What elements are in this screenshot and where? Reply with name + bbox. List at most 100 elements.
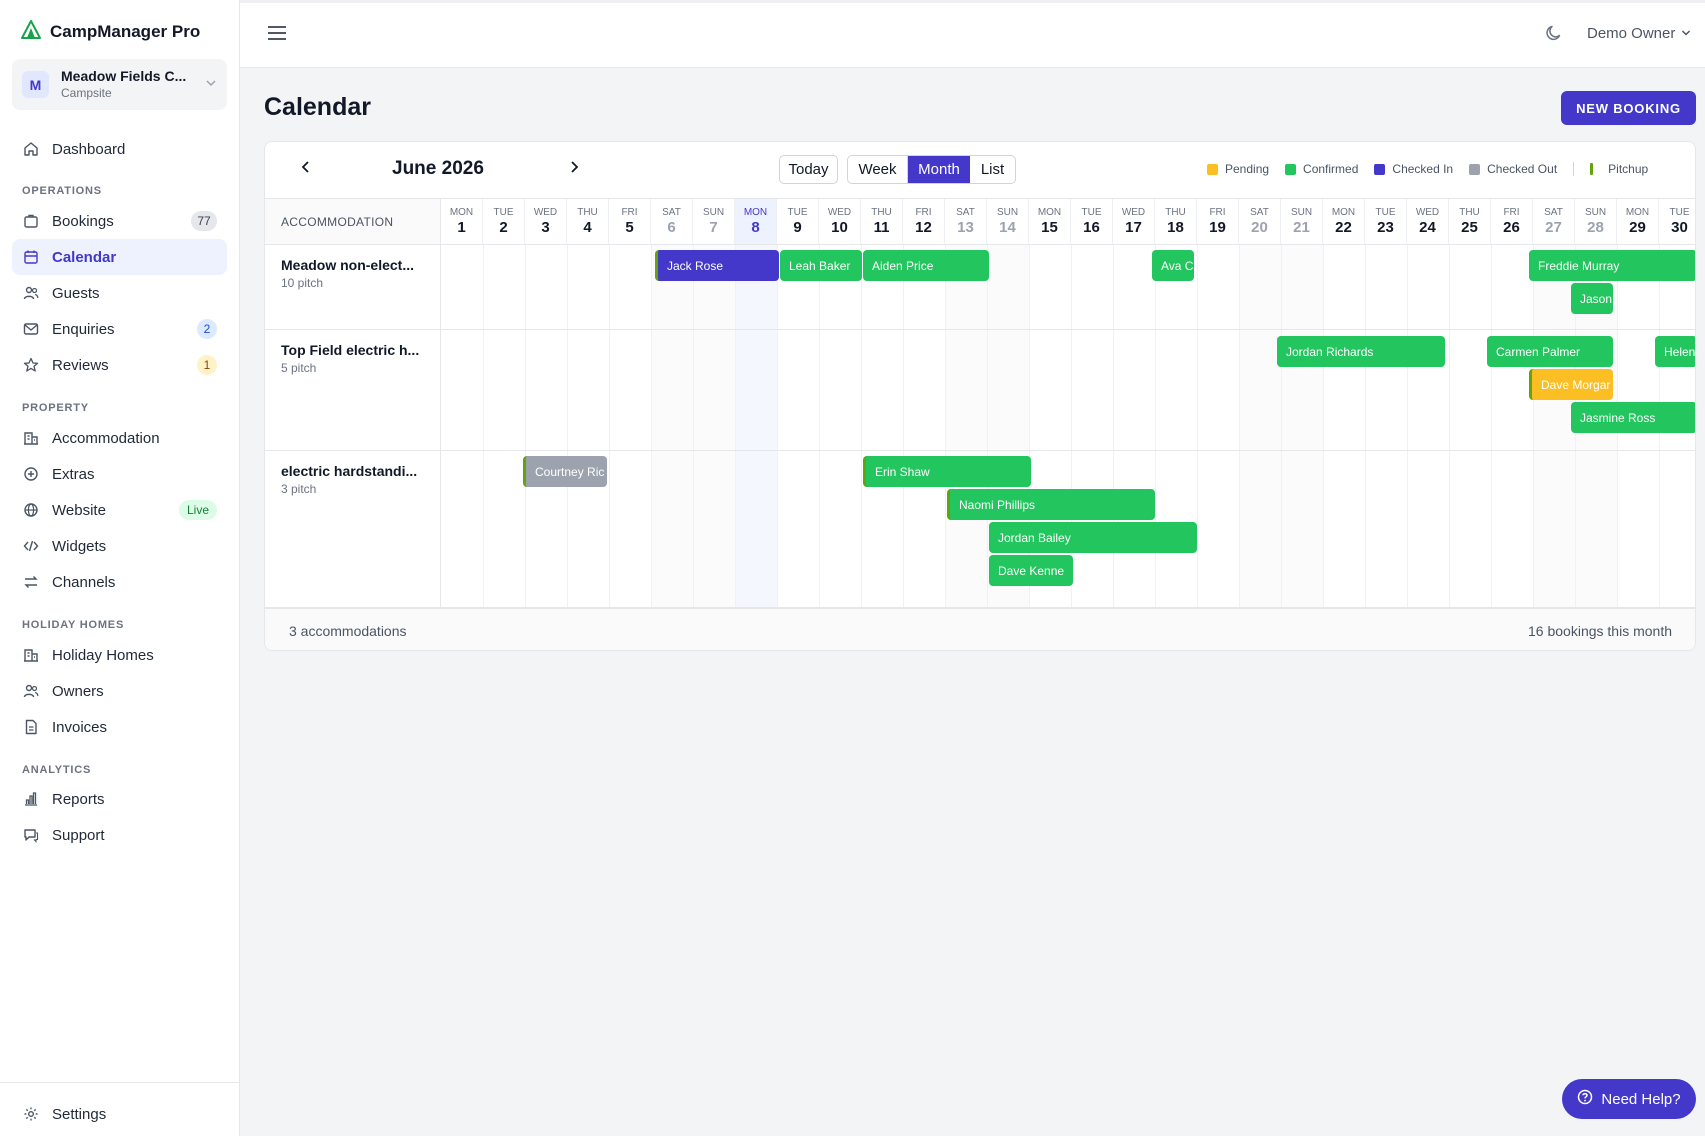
sidebar-item-calendar[interactable]: Calendar — [12, 239, 227, 275]
sidebar-item-guests[interactable]: Guests — [12, 275, 227, 311]
booking-bar[interactable]: Jordan Bailey — [989, 522, 1197, 553]
legend-pitchup: Pitchup — [1590, 162, 1648, 176]
accommodation-cell[interactable]: electric hardstandi... 3 pitch — [265, 451, 441, 607]
day-gridline — [651, 245, 652, 329]
sidebar-item-widgets[interactable]: Widgets — [12, 528, 227, 564]
brand[interactable]: CampManager Pro — [20, 19, 200, 44]
day-number: 1 — [457, 219, 466, 236]
plus-circle-icon — [22, 465, 40, 483]
view-month-button[interactable]: Month — [908, 156, 970, 183]
user-menu[interactable]: Demo Owner — [1587, 25, 1691, 42]
day-gridline — [1449, 245, 1450, 329]
sidebar-item-label: Owners — [52, 682, 104, 700]
prev-month-button[interactable] — [295, 158, 317, 180]
weekend-column — [1239, 245, 1281, 329]
new-booking-button[interactable]: NEW BOOKING — [1561, 91, 1696, 125]
day-gridline — [1197, 245, 1198, 329]
sidebar-item-support[interactable]: Support — [12, 817, 227, 853]
day-gridline — [1071, 245, 1072, 329]
day-of-week: FRI — [1209, 207, 1226, 218]
day-number: 3 — [541, 219, 550, 236]
booking-bar[interactable]: Dave Kenne — [989, 555, 1073, 586]
day-column-header: MON 1 — [441, 199, 483, 244]
day-gridline — [1029, 245, 1030, 329]
next-month-button[interactable] — [563, 158, 585, 180]
day-gridline — [819, 330, 820, 450]
day-number: 17 — [1125, 219, 1142, 236]
sidebar-item-enquiries[interactable]: Enquiries 2 — [12, 311, 227, 347]
accommodation-cell[interactable]: Meadow non-elect... 10 pitch — [265, 245, 441, 329]
theme-toggle-button[interactable] — [1543, 24, 1565, 46]
day-of-week: TUE — [1669, 207, 1690, 218]
day-of-week: MON — [1037, 207, 1062, 218]
site-switcher[interactable]: M Meadow Fields C... Campsite — [12, 59, 227, 110]
site-avatar: M — [22, 71, 49, 98]
accommodation-name: electric hardstandi... — [281, 463, 418, 479]
booking-count: 16 bookings this month — [1528, 623, 1672, 639]
day-column-header: SUN 14 — [987, 199, 1029, 244]
day-gridline — [651, 451, 652, 607]
booking-bar[interactable]: Jordan Richards — [1277, 336, 1445, 367]
sidebar-item-reviews[interactable]: Reviews 1 — [12, 347, 227, 383]
sidebar-item-extras[interactable]: Extras — [12, 456, 227, 492]
day-column-header: THU 11 — [861, 199, 903, 244]
view-week-button[interactable]: Week — [848, 156, 908, 183]
day-of-week: SUN — [1584, 207, 1607, 218]
day-column-header: FRI 19 — [1197, 199, 1239, 244]
booking-bar[interactable]: Helen — [1655, 336, 1695, 367]
sidebar-item-channels[interactable]: Channels — [12, 564, 227, 600]
day-number: 4 — [583, 219, 592, 236]
sidebar-item-label: Widgets — [52, 537, 107, 555]
booking-bar[interactable]: Jason — [1571, 283, 1613, 314]
day-number: 21 — [1293, 219, 1310, 236]
booking-bar[interactable]: Jasmine Ross — [1571, 402, 1695, 433]
legend-label: Pitchup — [1608, 162, 1649, 176]
sidebar-item-reports[interactable]: Reports — [12, 781, 227, 817]
accommodation-row: Top Field electric h... 5 pitch — [265, 330, 1695, 451]
day-of-week: WED — [1121, 207, 1146, 218]
sidebar-item-settings[interactable]: Settings — [12, 1096, 227, 1132]
booking-bar[interactable]: Leah Baker — [780, 250, 862, 281]
booking-bar[interactable]: Courtney Ric — [523, 456, 607, 487]
today-button[interactable]: Today — [779, 155, 838, 184]
day-gridline — [483, 451, 484, 607]
booking-bar[interactable]: Aiden Price — [863, 250, 989, 281]
day-gridline — [567, 330, 568, 450]
need-help-button[interactable]: Need Help? — [1562, 1079, 1696, 1119]
sidebar-item-holiday-homes[interactable]: Holiday Homes — [12, 637, 227, 673]
sidebar-item-dashboard[interactable]: Dashboard — [12, 131, 227, 167]
day-column-header: WED 17 — [1113, 199, 1155, 244]
sidebar-item-bookings[interactable]: Bookings 77 — [12, 203, 227, 239]
sidebar-item-invoices[interactable]: Invoices — [12, 709, 227, 745]
day-column-header: MON 8 — [735, 199, 777, 244]
sidebar-item-owners[interactable]: Owners — [12, 673, 227, 709]
nav-section-operations: OPERATIONS — [22, 185, 102, 197]
sidebar-item-accommodation[interactable]: Accommodation — [12, 420, 227, 456]
accommodation-cell[interactable]: Top Field electric h... 5 pitch — [265, 330, 441, 450]
day-gridline — [609, 451, 610, 607]
day-number: 16 — [1083, 219, 1100, 236]
legend-label: Checked Out — [1487, 162, 1558, 176]
day-of-week: TUE — [493, 207, 514, 218]
day-column-header: MON 29 — [1617, 199, 1659, 244]
booking-bar[interactable]: Jack Rose — [655, 250, 779, 281]
weekend-column — [1281, 245, 1323, 329]
booking-bar[interactable]: Carmen Palmer — [1487, 336, 1613, 367]
booking-bar[interactable]: Erin Shaw — [863, 456, 1031, 487]
day-gridline — [525, 330, 526, 450]
booking-bar[interactable]: Ava C — [1152, 250, 1194, 281]
sidebar-item-website[interactable]: Website Live — [12, 492, 227, 528]
sidebar-item-label: Holiday Homes — [52, 646, 154, 664]
need-help-label: Need Help? — [1601, 1090, 1681, 1108]
day-of-week: SUN — [702, 207, 725, 218]
day-of-week: THU — [577, 207, 598, 218]
day-column-header: TUE 16 — [1071, 199, 1113, 244]
calendar-card: June 2026 Today Week Month List Pending … — [264, 141, 1696, 651]
booking-bar[interactable]: Freddie Murray — [1529, 250, 1695, 281]
view-list-button[interactable]: List — [970, 156, 1015, 183]
help-circle-icon — [1577, 1089, 1593, 1109]
day-column-header: SUN 7 — [693, 199, 735, 244]
menu-toggle-button[interactable] — [264, 23, 290, 47]
booking-bar[interactable]: Dave Morgar — [1529, 369, 1613, 400]
booking-bar[interactable]: Naomi Phillips — [947, 489, 1155, 520]
